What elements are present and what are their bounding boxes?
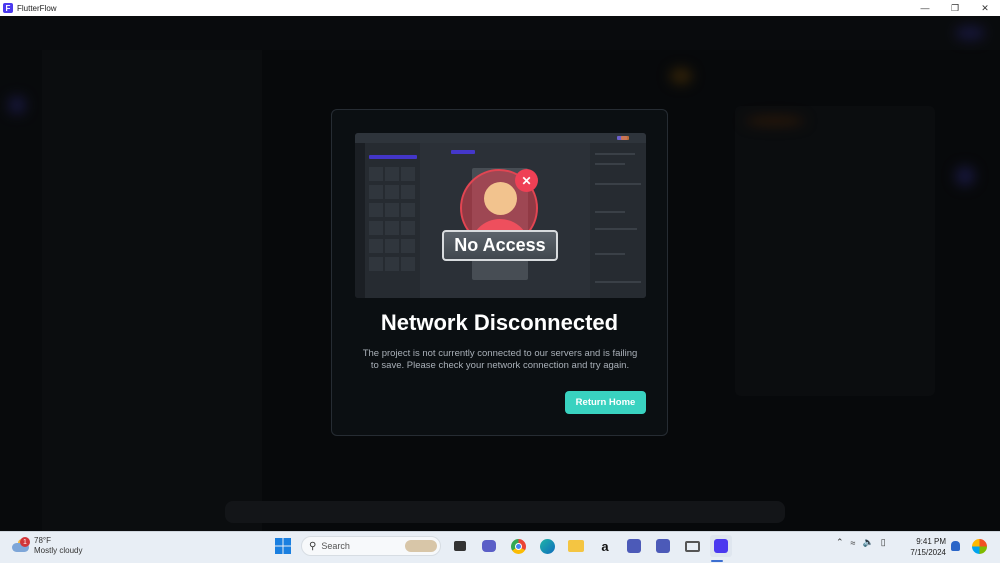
illustration-grid-cell	[385, 221, 399, 235]
cloudy-weather-icon: 1	[12, 537, 30, 553]
copilot-icon[interactable]	[972, 539, 987, 554]
illustration-line	[595, 253, 625, 255]
system-tray: ⌃ ≈ 🔈 ▯	[836, 537, 893, 548]
illustration-line	[595, 228, 637, 230]
wifi-icon[interactable]: ≈	[851, 538, 856, 548]
weather-widget[interactable]: 1 78°F Mostly cloudy	[12, 536, 82, 556]
weather-temp: 78°F	[34, 536, 51, 545]
window-title: FlutterFlow	[17, 3, 57, 13]
no-access-illustration: ✕ No Access	[355, 133, 646, 298]
edge-icon[interactable]	[536, 535, 558, 557]
illustration-grid-cell	[369, 185, 383, 199]
taskbar-search-input[interactable]: ⚲ Search	[301, 536, 441, 556]
battery-icon[interactable]: ▯	[881, 537, 886, 548]
file-explorer-icon[interactable]	[565, 535, 587, 557]
chrome-icon[interactable]	[507, 535, 529, 557]
return-home-button[interactable]: Return Home	[565, 391, 646, 414]
teams-chat-icon[interactable]	[478, 535, 500, 557]
volume-icon[interactable]: 🔈	[863, 537, 874, 548]
avatar-head	[484, 182, 517, 215]
clock-time: 9:41 PM	[916, 537, 946, 546]
illustration-properties-panel	[590, 143, 646, 298]
restore-button[interactable]: ❐	[940, 0, 970, 16]
task-view-icon[interactable]	[449, 535, 471, 557]
close-circle-icon: ✕	[515, 169, 538, 192]
illustration-grid-cell	[385, 239, 399, 253]
flutterflow-icon[interactable]	[710, 535, 732, 557]
illustration-grid-cell	[401, 257, 415, 271]
windows-taskbar: 1 78°F Mostly cloudy ⚲ Search a ⌃ ≈ 🔈 ▯	[0, 531, 1000, 563]
illustration-accent	[451, 150, 475, 154]
search-highlight-image	[405, 540, 437, 552]
windows-start-icon[interactable]	[272, 535, 294, 557]
illustration-left-rail	[355, 143, 365, 298]
active-app-indicator	[711, 560, 723, 562]
illustration-top-bar	[355, 133, 646, 143]
remote-desktop-icon[interactable]	[681, 535, 703, 557]
flutterflow-icon: F	[3, 3, 13, 13]
amazon-icon[interactable]: a	[594, 535, 616, 557]
search-icon: ⚲	[309, 540, 317, 552]
illustration-grid-cell	[401, 185, 415, 199]
illustration-grid-cell	[385, 257, 399, 271]
illustration-grid-cell	[401, 167, 415, 181]
illustration-grid-cell	[385, 203, 399, 217]
illustration-line	[595, 211, 625, 213]
minimize-button[interactable]: —	[910, 0, 940, 16]
illustration-grid-cell	[369, 221, 383, 235]
network-disconnected-dialog: ✕ No Access Network Disconnected The pro…	[331, 109, 668, 436]
search-placeholder: Search	[321, 541, 350, 551]
illustration-grid-cell	[401, 239, 415, 253]
weather-condition: Mostly cloudy	[34, 546, 83, 555]
weather-text: 78°F Mostly cloudy	[34, 536, 82, 556]
illustration-grid-cell	[385, 185, 399, 199]
notification-bell-icon[interactable]	[951, 541, 960, 551]
illustration-line	[595, 183, 641, 185]
illustration-grid-cell	[369, 167, 383, 181]
illustration-line	[595, 163, 625, 165]
dialog-message: The project is not currently connected t…	[362, 348, 638, 371]
illustration-grid-cell	[401, 221, 415, 235]
illustration-grid-cell	[401, 203, 415, 217]
chevron-up-icon[interactable]: ⌃	[836, 537, 844, 548]
app-icon-2[interactable]	[652, 535, 674, 557]
window-title-bar: F FlutterFlow — ❐ ✕	[0, 0, 1000, 16]
illustration-grid-cell	[385, 167, 399, 181]
illustration-grid-cell	[369, 239, 383, 253]
taskbar-clock[interactable]: 9:41 PM 7/15/2024	[906, 536, 946, 558]
clock-date: 7/15/2024	[910, 548, 946, 557]
taskbar-pinned-apps: ⚲ Search a	[272, 535, 739, 557]
close-window-button[interactable]: ✕	[970, 0, 1000, 16]
no-access-badge: No Access	[442, 230, 558, 261]
app-icon-1[interactable]	[623, 535, 645, 557]
illustration-grid-cell	[369, 257, 383, 271]
illustration-accent	[369, 155, 417, 159]
illustration-accent	[621, 136, 629, 140]
dialog-title: Network Disconnected	[380, 310, 619, 335]
window-controls: — ❐ ✕	[910, 0, 1000, 16]
illustration-line	[595, 281, 641, 283]
illustration-grid-cell	[369, 203, 383, 217]
notification-badge: 1	[20, 537, 30, 547]
illustration-line	[595, 153, 635, 155]
